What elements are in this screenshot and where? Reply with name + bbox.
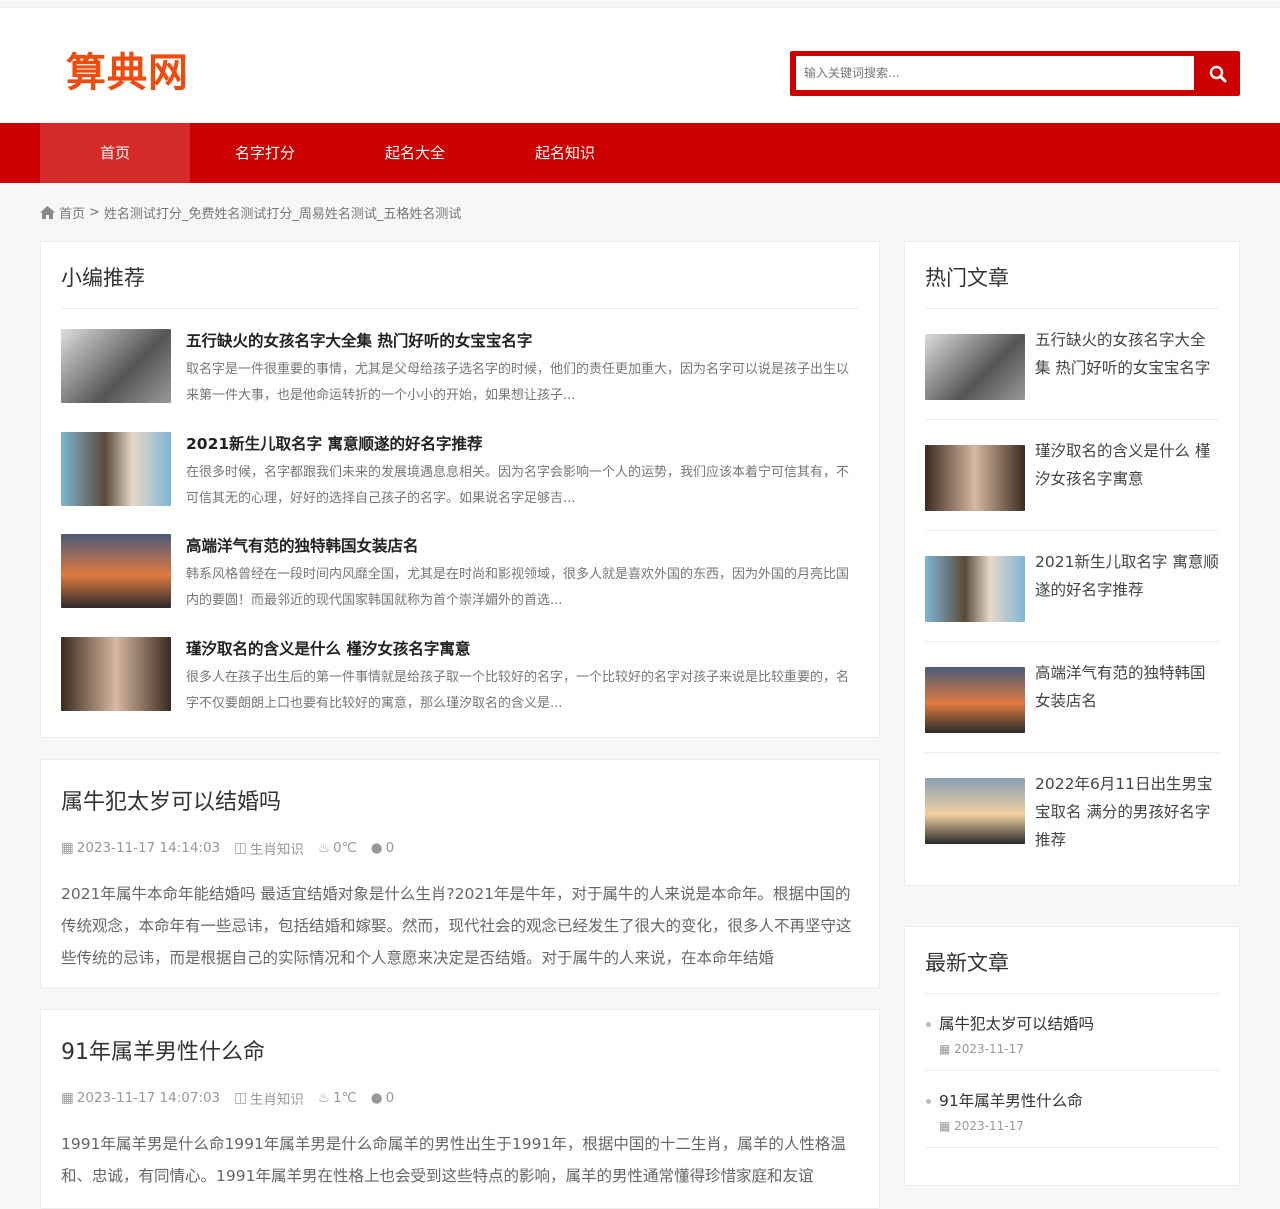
item-summary: 很多人在孩子出生后的第一件事情就是给孩子取一个比较好的名字，一个比较好的名字对孩… <box>186 669 850 711</box>
item-date: 2023-11-17 <box>954 1119 1024 1133</box>
home-icon <box>40 206 55 219</box>
top-strip <box>0 0 1280 8</box>
item-title[interactable]: 高端洋气有范的独特韩国女装店名 <box>1035 659 1219 752</box>
nav-naming-knowledge[interactable]: 起名知识 <box>490 123 640 183</box>
breadcrumb-separator: > <box>89 205 100 220</box>
search-button[interactable] <box>1196 51 1240 96</box>
post-views: 0℃ <box>333 840 357 856</box>
calendar-icon: ▦ <box>61 1090 74 1106</box>
post-excerpt: 2021年属牛本命年能结婚吗 最适宜结婚对象是什么生肖?2021年是牛年，对于属… <box>61 885 852 967</box>
item-title[interactable]: 属牛犯太岁可以结婚吗 <box>939 1012 1219 1034</box>
item-summary: 韩系风格曾经在一段时间内风靡全国，尤其是在时尚和影视领域，很多人就是喜欢外国的东… <box>186 567 850 608</box>
header: 算典网 <box>0 8 1280 123</box>
site-logo[interactable]: 算典网 <box>66 40 189 98</box>
post-meta: ▦ 2023-11-17 14:14:03 ◫ 生肖知识 ♨ 0℃ ● 0 <box>61 838 859 858</box>
list-item[interactable]: 高端洋气有范的独特韩国女装店名韩系风格曾经在一段时间内风靡全国，尤其是在时尚和影… <box>61 514 859 617</box>
item-title[interactable]: 瑾汐取名的含义是什么 槿汐女孩名字寓意 <box>186 637 859 659</box>
item-title[interactable]: 2021新生儿取名字 寓意顺遂的好名字推荐 <box>1035 548 1219 641</box>
list-item[interactable]: 属牛犯太岁可以结婚吗 ▦ 2023-11-17 <box>925 994 1219 1071</box>
latest-title: 最新文章 <box>925 927 1219 994</box>
thumbnail[interactable] <box>61 534 171 608</box>
post-comments: 0 <box>385 1090 395 1106</box>
fire-icon: ♨ <box>317 840 331 856</box>
post-card: 91年属羊男性什么命 ▦ 2023-11-17 14:07:03 ◫ 生肖知识 ♨ 1… <box>40 1009 880 1209</box>
post-meta: ▦ 2023-11-17 14:07:03 ◫ 生肖知识 ♨ 1℃ ● 0 <box>61 1088 859 1108</box>
search-box <box>790 51 1240 96</box>
book-icon: ◫ <box>234 1090 247 1106</box>
post-views: 1℃ <box>333 1090 357 1106</box>
comments-icon: ● <box>370 1090 383 1106</box>
list-item[interactable]: 2021新生儿取名字 寓意顺遂的好名字推荐 <box>925 531 1219 642</box>
calendar-icon: ▦ <box>939 1042 955 1056</box>
breadcrumb-current[interactable]: 姓名测试打分_免费姓名测试打分_周易姓名测试_五格姓名测试 <box>104 203 462 222</box>
list-item[interactable]: 2022年6月11日出生男宝宝取名 满分的男孩好名字推荐 <box>925 753 1219 864</box>
thumbnail[interactable] <box>925 445 1025 511</box>
breadcrumb-home[interactable]: 首页 <box>59 203 85 222</box>
list-item[interactable]: 五行缺火的女孩名字大全集 热门好听的女宝宝名字 <box>925 309 1219 420</box>
post-date: 2023-11-17 14:14:03 <box>76 840 221 856</box>
thumbnail[interactable] <box>61 431 171 506</box>
thumbnail[interactable] <box>925 667 1025 733</box>
list-item[interactable]: 91年属羊男性什么命 ▦ 2023-11-17 <box>925 1071 1219 1148</box>
thumbnail[interactable] <box>925 334 1025 400</box>
list-item[interactable]: 五行缺火的女孩名字大全集 热门好听的女宝宝名字取名字是一件很重要的事情，尤其是父… <box>61 309 859 412</box>
comments-icon: ● <box>370 840 383 856</box>
search-input[interactable] <box>796 56 1194 90</box>
breadcrumb: 首页 > 姓名测试打分_免费姓名测试打分_周易姓名测试_五格姓名测试 <box>40 203 461 222</box>
latest-articles-panel: 最新文章 属牛犯太岁可以结婚吗 ▦ 2023-11-17 91年属羊男性什么命 ▦ … <box>904 926 1240 1186</box>
item-title[interactable]: 2021新生儿取名字 寓意顺遂的好名字推荐 <box>186 432 859 454</box>
post-title[interactable]: 91年属羊男性什么命 <box>61 1034 859 1066</box>
post-excerpt: 1991年属羊男是什么命1991年属羊男是什么命属羊的男性出生于1991年，根据… <box>61 1135 846 1185</box>
item-date: 2023-11-17 <box>954 1042 1024 1056</box>
item-title[interactable]: 91年属羊男性什么命 <box>939 1089 1219 1111</box>
item-title[interactable]: 五行缺火的女孩名字大全集 热门好听的女宝宝名字 <box>186 329 859 351</box>
post-title[interactable]: 属牛犯太岁可以结婚吗 <box>61 784 859 816</box>
recommend-title: 小编推荐 <box>61 242 859 309</box>
nav-home[interactable]: 首页 <box>40 123 190 183</box>
calendar-icon: ▦ <box>61 840 74 856</box>
nav-naming[interactable]: 起名大全 <box>340 123 490 183</box>
nav-name-score[interactable]: 名字打分 <box>190 123 340 183</box>
search-icon <box>1209 65 1227 82</box>
main-nav: 首页 名字打分 起名大全 起名知识 <box>0 123 1280 183</box>
list-item[interactable]: 高端洋气有范的独特韩国女装店名 <box>925 642 1219 753</box>
calendar-icon: ▦ <box>939 1119 955 1133</box>
recommend-panel: 小编推荐 五行缺火的女孩名字大全集 热门好听的女宝宝名字取名字是一件很重要的事情… <box>40 241 880 738</box>
thumbnail[interactable] <box>925 556 1025 622</box>
list-item[interactable]: 瑾汐取名的含义是什么 槿汐女孩名字寓意很多人在孩子出生后的第一件事情就是给孩子取… <box>61 617 859 720</box>
book-icon: ◫ <box>234 840 247 856</box>
post-comments: 0 <box>385 840 395 856</box>
thumbnail[interactable] <box>61 329 171 403</box>
list-item[interactable]: 瑾汐取名的含义是什么 槿汐女孩名字寓意 <box>925 420 1219 531</box>
item-title[interactable]: 高端洋气有范的独特韩国女装店名 <box>186 534 859 556</box>
thumbnail[interactable] <box>61 636 171 711</box>
fire-icon: ♨ <box>317 1090 331 1106</box>
item-summary: 取名字是一件很重要的事情，尤其是父母给孩子选名字的时候，他们的责任更加重大，因为… <box>186 362 850 403</box>
thumbnail[interactable] <box>925 778 1025 844</box>
hot-articles-panel: 热门文章 五行缺火的女孩名字大全集 热门好听的女宝宝名字 瑾汐取名的含义是什么 … <box>904 241 1240 886</box>
item-title[interactable]: 2022年6月11日出生男宝宝取名 满分的男孩好名字推荐 <box>1035 770 1219 864</box>
item-title[interactable]: 瑾汐取名的含义是什么 槿汐女孩名字寓意 <box>1035 437 1219 530</box>
list-item[interactable]: 2021新生儿取名字 寓意顺遂的好名字推荐在很多时候，名字都跟我们未来的发展境遇… <box>61 412 859 515</box>
post-category[interactable]: 生肖知识 <box>250 1088 304 1108</box>
hot-title: 热门文章 <box>925 242 1219 309</box>
post-date: 2023-11-17 14:07:03 <box>76 1090 221 1106</box>
item-summary: 在很多时候，名字都跟我们未来的发展境遇息息相关。因为名字会影响一个人的运势，我们… <box>186 464 850 506</box>
post-card: 属牛犯太岁可以结婚吗 ▦ 2023-11-17 14:14:03 ◫ 生肖知识 ♨ 0… <box>40 759 880 988</box>
item-title[interactable]: 五行缺火的女孩名字大全集 热门好听的女宝宝名字 <box>1035 326 1219 419</box>
post-category[interactable]: 生肖知识 <box>250 838 304 858</box>
